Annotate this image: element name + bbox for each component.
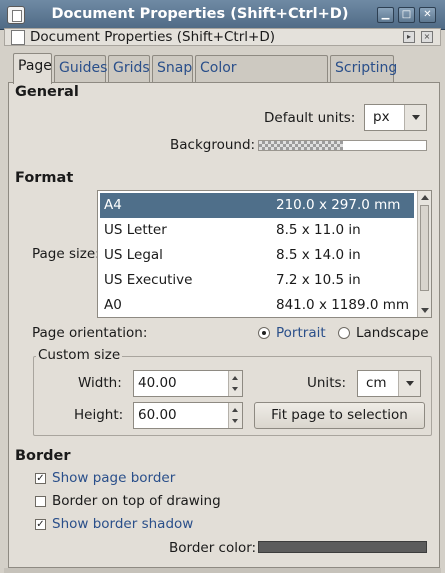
maximize-icon[interactable]: □	[398, 7, 415, 23]
page-size-name: US Letter	[104, 222, 167, 238]
portrait-radio[interactable]	[258, 327, 270, 339]
tab-grids[interactable]: Grids	[108, 55, 150, 82]
tab-scripting[interactable]: Scripting	[330, 55, 397, 82]
format-heading: Format	[15, 170, 74, 186]
dock-close-icon[interactable]: ×	[421, 31, 433, 43]
list-item[interactable]: A4 210.0 x 297.0 mm	[100, 193, 414, 218]
page-size-name: A0	[104, 297, 122, 313]
default-units-label: Default units:	[264, 110, 356, 126]
page-size-dims: 841.0 x 1189.0 mm	[276, 297, 410, 313]
detach-icon[interactable]: ▸	[403, 31, 415, 43]
border-heading: Border	[15, 448, 71, 464]
default-units-value: px	[373, 109, 390, 125]
background-label: Background:	[170, 137, 256, 153]
general-heading: General	[15, 84, 79, 100]
scroll-up-icon[interactable]	[421, 195, 429, 200]
scroll-down-icon[interactable]	[421, 308, 429, 313]
units-select[interactable]: cm	[357, 370, 421, 397]
show-border-shadow-label[interactable]: Show border shadow	[52, 516, 193, 532]
portrait-label[interactable]: Portrait	[276, 325, 326, 341]
fit-page-to-selection-button[interactable]: Fit page to selection	[254, 402, 425, 429]
show-border-shadow-checkbox[interactable]: ✓	[35, 519, 46, 530]
spin-arrows-icon[interactable]	[228, 371, 242, 396]
page-size-name: A4	[104, 197, 122, 213]
chevron-down-icon	[404, 105, 426, 130]
width-value: 40.00	[138, 375, 177, 391]
page-size-dims: 7.2 x 10.5 in	[276, 272, 361, 288]
tab-color-management[interactable]: Color Management	[195, 55, 328, 101]
list-item[interactable]: US Executive 7.2 x 10.5 in	[100, 268, 414, 293]
border-on-top-checkbox[interactable]	[35, 496, 46, 507]
page-size-name: US Legal	[104, 247, 163, 263]
show-page-border-label[interactable]: Show page border	[52, 470, 175, 486]
document-properties-icon	[11, 30, 25, 45]
default-units-select[interactable]: px	[364, 104, 427, 131]
spin-arrows-icon[interactable]	[228, 403, 242, 428]
border-color-label: Border color:	[169, 540, 257, 556]
title-bar: Document Properties (Shift+Ctrl+D) ▁ □ ✕	[0, 0, 445, 30]
border-on-top-label[interactable]: Border on top of drawing	[52, 493, 221, 509]
height-label: Height:	[74, 407, 124, 423]
page-size-label: Page size:	[32, 246, 100, 262]
page-size-list[interactable]: A4 210.0 x 297.0 mm US Letter 8.5 x 11.0…	[97, 190, 432, 318]
width-spinbox[interactable]: 40.00	[133, 370, 243, 397]
landscape-radio[interactable]	[338, 327, 350, 339]
border-color-swatch[interactable]	[258, 541, 427, 553]
background-color-swatch[interactable]	[258, 140, 427, 151]
page-size-dims: 8.5 x 14.0 in	[276, 247, 361, 263]
width-label: Width:	[78, 375, 122, 391]
tab-snap[interactable]: Snap	[152, 55, 193, 82]
close-icon[interactable]: ✕	[419, 7, 436, 23]
tab-page[interactable]: Page	[13, 53, 52, 84]
list-item[interactable]: US Legal 8.5 x 14.0 in	[100, 243, 414, 268]
transparency-checker	[259, 141, 343, 150]
page-size-dims: 210.0 x 297.0 mm	[276, 197, 401, 213]
tab-guides[interactable]: Guides	[54, 55, 107, 82]
list-item[interactable]: US Letter 8.5 x 11.0 in	[100, 218, 414, 243]
page-size-scrollbar[interactable]	[417, 191, 431, 317]
list-item[interactable]: A0 841.0 x 1189.0 mm	[100, 293, 414, 317]
page-orientation-label: Page orientation:	[32, 325, 148, 341]
page-size-dims: 8.5 x 11.0 in	[276, 222, 361, 238]
show-page-border-checkbox[interactable]: ✓	[35, 473, 46, 484]
scroll-thumb[interactable]	[420, 205, 429, 291]
custom-size-legend: Custom size	[36, 347, 123, 363]
window-title: Document Properties (Shift+Ctrl+D)	[51, 6, 349, 22]
height-value: 60.00	[138, 407, 177, 423]
dock-bottom-edge	[4, 568, 441, 573]
height-spinbox[interactable]: 60.00	[133, 402, 243, 429]
minimize-icon[interactable]: ▁	[377, 7, 394, 23]
units-label: Units:	[307, 375, 347, 391]
page-size-name: US Executive	[104, 272, 193, 288]
dock-title: Document Properties (Shift+Ctrl+D)	[30, 29, 276, 45]
units-value: cm	[366, 375, 387, 391]
landscape-label[interactable]: Landscape	[356, 325, 429, 341]
chevron-down-icon	[398, 371, 420, 396]
